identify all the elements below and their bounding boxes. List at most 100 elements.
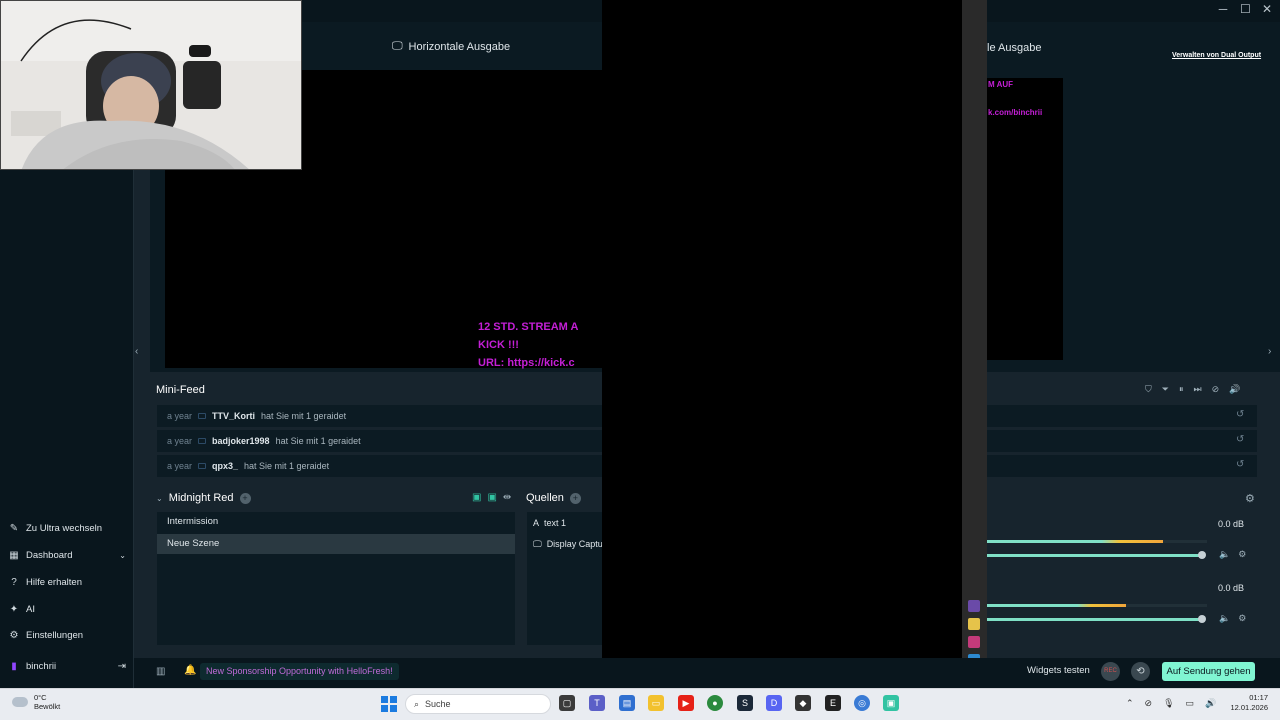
task-view-icon[interactable]: ▢: [559, 695, 575, 711]
volume-icon[interactable]: 🔈: [1219, 613, 1230, 624]
app-icon[interactable]: ◎: [854, 695, 870, 711]
sponsor-banner[interactable]: New Sponsorship Opportunity with HelloFr…: [200, 663, 399, 680]
cloud-icon: [12, 697, 28, 707]
replay-buffer-button[interactable]: ⟲: [1131, 662, 1150, 681]
start-button[interactable]: [381, 696, 397, 712]
steam-icon[interactable]: S: [737, 695, 753, 711]
vertical-overlay-text: M AUF: [988, 80, 1014, 89]
maximize-button[interactable]: ☐: [1240, 2, 1251, 16]
horizontal-display-icon[interactable]: ▣: [472, 492, 481, 503]
horizontal-output-text: Horizontale Ausgabe: [408, 40, 511, 53]
test-widgets-button[interactable]: Widgets testen: [1027, 665, 1090, 676]
weather-desc: Bewölkt: [34, 702, 61, 711]
stats-icon[interactable]: ▥: [156, 666, 165, 677]
display-icon[interactable]: ▭: [1186, 698, 1195, 709]
chevron-down-icon[interactable]: ⌄: [156, 494, 163, 503]
list-item: a year badjoker1998 hat Sie mit 1 geraid…: [157, 430, 602, 452]
manage-dual-output-link[interactable]: Verwalten von Dual Output: [1172, 52, 1261, 59]
feed-user: TTV_Korti: [212, 411, 256, 421]
scene-item-neue-szene[interactable]: Neue Szene: [157, 534, 515, 554]
volume-meter: [987, 604, 1207, 607]
text-icon: A: [533, 518, 540, 528]
feed-row-right: [987, 405, 1257, 427]
youtube-icon[interactable]: ▶: [678, 695, 694, 711]
network-icon[interactable]: ⊘: [1145, 698, 1153, 709]
mute-alerts-icon[interactable]: ⊘: [1212, 384, 1220, 395]
mixer-settings-icon[interactable]: ⚙: [1245, 492, 1255, 505]
volume-meter: [987, 540, 1207, 543]
taskbar-search[interactable]: ⌕ Suche: [405, 694, 551, 714]
app-icon[interactable]: [968, 600, 980, 612]
sidebar-item-ultra[interactable]: ✎ Zu Ultra wechseln: [8, 523, 126, 534]
system-tray: ⌃ ⊘ 🎙 ▭ 🔊: [1126, 698, 1216, 709]
chrome-icon[interactable]: ●: [707, 695, 723, 711]
sparkle-icon: ✦: [9, 604, 19, 615]
scenes-header: ⌄ Midnight Red +: [156, 492, 251, 504]
slider-knob[interactable]: [1198, 615, 1206, 623]
logout-icon[interactable]: ⇥: [118, 661, 126, 672]
volume-slider[interactable]: [987, 615, 1206, 623]
folder-icon[interactable]: ▭: [648, 695, 664, 711]
scene-collection-name[interactable]: Midnight Red: [169, 492, 234, 504]
vertical-display-icon[interactable]: ▣: [487, 492, 496, 503]
pause-icon[interactable]: ⏸: [1179, 384, 1184, 395]
taskbar: [0, 688, 1280, 720]
microphone-icon[interactable]: 🎙: [1163, 698, 1174, 709]
minimize-button[interactable]: ─: [1218, 2, 1228, 16]
gear-icon[interactable]: ⚙: [1238, 613, 1246, 624]
record-button[interactable]: REC: [1101, 662, 1120, 681]
gear-icon[interactable]: ⚙: [1238, 549, 1246, 560]
sidebar-user[interactable]: ▮ binchrii ⇥: [8, 661, 126, 672]
sidebar-item-dashboard[interactable]: ▦ Dashboard ⌄: [8, 550, 126, 561]
go-live-button[interactable]: Auf Sendung gehen: [1162, 662, 1255, 681]
windows-logo-part: [381, 696, 388, 703]
filter-icon[interactable]: ⏷: [1162, 384, 1169, 395]
sidebar-item-ai[interactable]: ✦ AI: [8, 604, 126, 615]
volume-icon[interactable]: 🔊: [1229, 384, 1240, 395]
discord-icon[interactable]: D: [766, 695, 782, 711]
volume-slider[interactable]: [987, 551, 1206, 559]
chevron-right-icon[interactable]: ›: [1268, 346, 1271, 357]
feed-action: hat Sie mit 1 geraidet: [244, 461, 330, 471]
raid-icon: [198, 463, 207, 469]
windows-logo-part: [390, 696, 397, 703]
replay-alert-icon[interactable]: ↺: [1236, 459, 1244, 470]
chevron-left-icon[interactable]: ‹: [135, 346, 138, 357]
streamlabs-icon[interactable]: ▣: [883, 695, 899, 711]
clock-date: 12.01.2026: [1230, 703, 1268, 712]
app-icon[interactable]: [968, 618, 980, 630]
add-scene-button[interactable]: +: [239, 492, 251, 504]
volume-icon[interactable]: 🔈: [1219, 549, 1230, 560]
raid-icon: [198, 438, 207, 444]
chevron-down-icon: ⌄: [119, 551, 126, 560]
chevron-up-icon[interactable]: ⌃: [1126, 698, 1134, 709]
add-source-button[interactable]: +: [569, 492, 581, 504]
skip-icon[interactable]: ⏭: [1193, 384, 1201, 395]
replay-alert-icon[interactable]: ↺: [1236, 409, 1244, 420]
store-icon[interactable]: ▤: [619, 695, 635, 711]
slider-knob[interactable]: [1198, 551, 1206, 559]
epic-games-icon[interactable]: E: [825, 695, 841, 711]
stream-overlay-text: 12 STD. STREAM A KICK !!! URL: https://k…: [478, 321, 579, 369]
speaker-icon[interactable]: 🔊: [1205, 698, 1216, 709]
transition-icon[interactable]: ⇹: [503, 492, 511, 503]
sidebar-item-settings[interactable]: ⚙ Einstellungen: [8, 630, 126, 641]
close-button[interactable]: ✕: [1262, 2, 1272, 16]
source-label: text 1: [544, 518, 567, 528]
source-item[interactable]: 🖵 Display Captu: [533, 539, 602, 550]
windows-logo-part: [381, 705, 388, 712]
scene-item-intermission[interactable]: Intermission: [157, 512, 515, 532]
teams-icon[interactable]: T: [589, 695, 605, 711]
replay-alert-icon[interactable]: ↺: [1236, 434, 1244, 445]
weather-widget[interactable]: 0°C Bewölkt: [12, 693, 60, 711]
bell-icon[interactable]: 🔔: [184, 665, 196, 676]
shield-icon[interactable]: ⛉: [1145, 384, 1152, 395]
channel-controls: 🔈 ⚙: [1219, 613, 1246, 624]
source-item[interactable]: A text 1: [533, 518, 566, 528]
taskbar-clock[interactable]: 01:17 12.01.2026: [1228, 693, 1268, 713]
app-icon[interactable]: ◆: [795, 695, 811, 711]
sidebar-item-help[interactable]: ? Hilfe erhalten: [8, 577, 126, 588]
app-icon[interactable]: [968, 636, 980, 648]
feed-row-right: [987, 430, 1257, 452]
vertical-preview[interactable]: [987, 78, 1063, 360]
